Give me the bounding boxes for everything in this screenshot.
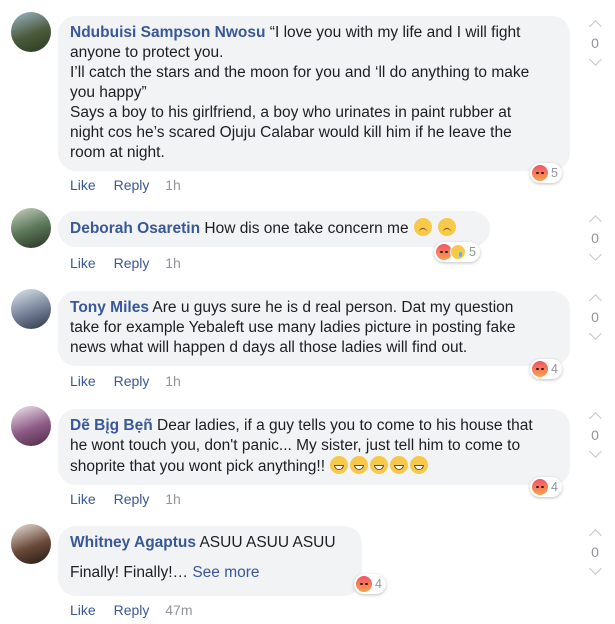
grinning-face-icon: [390, 456, 409, 474]
comment-author[interactable]: Ndubuisi Sampson Nwosu: [70, 24, 265, 41]
comment-bubble: Deborah Osaretin How dis one take concer…: [58, 211, 490, 247]
upvote-icon[interactable]: [588, 412, 602, 425]
angry-icon: [532, 165, 548, 181]
avatar[interactable]: [11, 12, 51, 52]
avatar[interactable]: [11, 208, 51, 248]
grinning-face-icon: [330, 456, 349, 474]
comment-text: news what will happen d days all those l…: [70, 339, 468, 356]
downvote-icon[interactable]: [588, 562, 602, 575]
reaction-summary[interactable]: 5: [434, 242, 480, 262]
vote-count: 0: [591, 230, 599, 246]
timestamp[interactable]: 1h: [165, 491, 181, 507]
grinning-face-icon: [410, 456, 429, 474]
comment-text: ASUU ASUU ASUU: [199, 534, 336, 551]
timestamp[interactable]: 1h: [165, 255, 181, 271]
like-link[interactable]: Like: [70, 491, 96, 507]
vote-count: 0: [591, 544, 599, 560]
vote-count: 0: [591, 309, 599, 325]
angry-icon: [532, 361, 548, 377]
vote-count: 0: [591, 35, 599, 51]
comment-text: Are u guys sure he is d real person. Dat…: [152, 299, 514, 316]
comment-bubble: Dẽ Bįg Bẹñ Dear ladies, if a guy tells y…: [58, 409, 570, 485]
avatar[interactable]: [11, 289, 51, 329]
comment-text: take for example Yebaleft use many ladie…: [70, 319, 516, 336]
angry-icon: [532, 479, 548, 495]
reaction-count: 5: [469, 245, 476, 259]
comment-actions: Like Reply 1h: [70, 255, 195, 271]
reaction-summary[interactable]: 4: [354, 574, 386, 594]
reply-link[interactable]: Reply: [114, 602, 150, 618]
comment-text: “I love you with my life and I will figh…: [269, 24, 521, 41]
comment-actions: Like Reply 1h: [70, 373, 195, 389]
comment-text: he wont touch you, don't panic... My sis…: [70, 437, 521, 454]
comment-author[interactable]: Deborah Osaretin: [70, 220, 200, 237]
reply-link[interactable]: Reply: [114, 255, 150, 271]
comment-actions: Like Reply 47m: [70, 602, 207, 618]
vote-widget: 0: [583, 292, 607, 340]
timestamp[interactable]: 1h: [165, 177, 181, 193]
comment-text: anyone to protect you.: [70, 44, 224, 61]
worried-face-icon: [413, 218, 432, 236]
reaction-summary[interactable]: 4: [530, 477, 562, 497]
reaction-summary[interactable]: 4: [530, 359, 562, 379]
vote-count: 0: [591, 427, 599, 443]
grinning-face-icon: [350, 456, 369, 474]
reaction-count: 5: [551, 166, 558, 180]
like-link[interactable]: Like: [70, 373, 96, 389]
sad-icon: [450, 244, 466, 260]
like-link[interactable]: Like: [70, 602, 96, 618]
comment-text: I’ll catch the stars and the moon for yo…: [70, 64, 530, 81]
timestamp[interactable]: 47m: [165, 602, 192, 618]
reaction-count: 4: [375, 577, 382, 591]
avatar[interactable]: [11, 406, 51, 446]
comment-text: you happy”: [70, 84, 147, 101]
upvote-icon[interactable]: [588, 215, 602, 228]
vote-widget: 0: [583, 527, 607, 575]
vote-widget: 0: [583, 18, 607, 66]
reply-link[interactable]: Reply: [114, 373, 150, 389]
downvote-icon[interactable]: [588, 327, 602, 340]
comment-actions: Like Reply 1h: [70, 491, 195, 507]
downvote-icon[interactable]: [588, 248, 602, 261]
comment-text: room at night.: [70, 144, 165, 161]
avatar[interactable]: [11, 524, 51, 564]
upvote-icon[interactable]: [588, 529, 602, 542]
comment-text: Finally! Finally!…: [70, 564, 188, 581]
upvote-icon[interactable]: [588, 294, 602, 307]
like-link[interactable]: Like: [70, 177, 96, 193]
reaction-count: 4: [551, 480, 558, 494]
comment-bubble: Tony Miles Are u guys sure he is d real …: [58, 291, 570, 366]
timestamp[interactable]: 1h: [165, 373, 181, 389]
comment-text: Dear ladies, if a guy tells you to come …: [157, 417, 533, 434]
comment-author[interactable]: Tony Miles: [70, 299, 149, 316]
vote-widget: 0: [583, 410, 607, 458]
reaction-summary[interactable]: 5: [530, 163, 562, 183]
grinning-face-icon: [370, 456, 389, 474]
reply-link[interactable]: Reply: [114, 491, 150, 507]
angry-icon: [356, 576, 372, 592]
comment-text: How dis one take concern me: [204, 220, 409, 237]
comment-bubble: Whitney Agaptus ASUU ASUU ASUU Finally! …: [58, 526, 362, 596]
worried-face-icon: [438, 218, 457, 236]
downvote-icon[interactable]: [588, 445, 602, 458]
vote-widget: 0: [583, 213, 607, 261]
comment-author[interactable]: Dẽ Bįg Bẹñ: [70, 417, 153, 434]
reaction-count: 4: [551, 362, 558, 376]
upvote-icon[interactable]: [588, 20, 602, 33]
comment-text: shoprite that you wont pick anything!!: [70, 458, 326, 475]
comment-actions: Like Reply 1h: [70, 177, 195, 193]
reply-link[interactable]: Reply: [114, 177, 150, 193]
comment-text: night cos he’s scared Ojuju Calabar woul…: [70, 124, 512, 141]
see-more-link[interactable]: See more: [192, 564, 259, 581]
comment-author[interactable]: Whitney Agaptus: [70, 534, 196, 551]
downvote-icon[interactable]: [588, 53, 602, 66]
comment-text: Says a boy to his girlfriend, a boy who …: [70, 104, 512, 121]
comment-bubble: Ndubuisi Sampson Nwosu “I love you with …: [58, 16, 570, 171]
like-link[interactable]: Like: [70, 255, 96, 271]
